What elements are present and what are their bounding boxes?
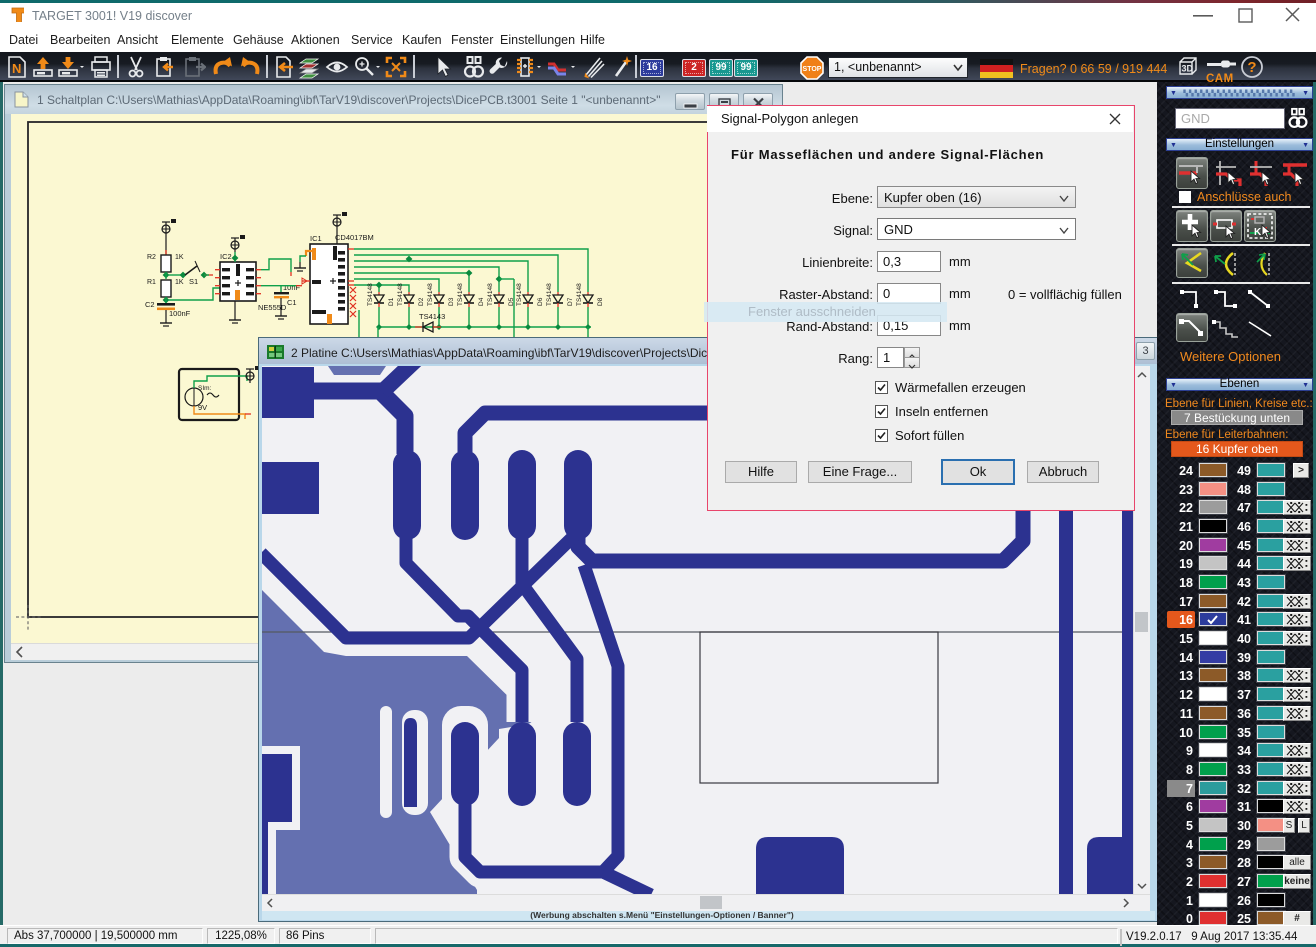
svg-text:C2: C2: [145, 300, 155, 309]
svg-text:D4: D4: [478, 297, 485, 306]
svg-text:TS4148: TS4148: [516, 283, 523, 306]
svg-text:1K: 1K: [175, 279, 184, 286]
svg-text:?: ?: [1247, 59, 1256, 76]
svg-text:IC2: IC2: [220, 252, 232, 261]
svg-text:R1: R1: [147, 279, 156, 286]
svg-text:1K: 1K: [175, 254, 184, 261]
svg-text:CD4017BM: CD4017BM: [335, 233, 374, 242]
svg-text:TS4143: TS4143: [419, 312, 445, 321]
svg-text:C1: C1: [287, 298, 297, 307]
svg-text:K: K: [1254, 227, 1262, 238]
svg-text:D8: D8: [597, 297, 604, 306]
svg-text:D5: D5: [508, 297, 515, 306]
svg-text:D7: D7: [567, 297, 574, 306]
svg-text:S1: S1: [189, 277, 198, 286]
svg-text:TS4148: TS4148: [457, 283, 464, 306]
svg-text:N: N: [12, 61, 21, 76]
svg-text:3D: 3D: [1182, 64, 1194, 74]
svg-text:D3: D3: [448, 297, 455, 306]
svg-text:10nF: 10nF: [283, 283, 301, 292]
svg-text:STOP: STOP: [803, 66, 822, 73]
svg-text:R2: R2: [147, 254, 156, 261]
svg-text:TS4148: TS4148: [427, 283, 434, 306]
svg-text:TS4148: TS4148: [487, 283, 494, 306]
svg-text:IC1: IC1: [310, 234, 322, 243]
svg-text:D1: D1: [388, 297, 395, 306]
svg-text:NE555D: NE555D: [258, 303, 287, 312]
svg-text:TS4148: TS4148: [576, 283, 583, 306]
svg-text:9V: 9V: [198, 403, 207, 412]
svg-text:SIm:: SIm:: [198, 385, 212, 392]
svg-text:TS4148: TS4148: [367, 283, 374, 306]
svg-text:D6: D6: [537, 297, 544, 306]
svg-text:100nF: 100nF: [169, 309, 191, 318]
svg-text:D2: D2: [418, 297, 425, 306]
svg-text:TS4148: TS4148: [546, 283, 553, 306]
svg-text:TS4148: TS4148: [397, 283, 404, 306]
